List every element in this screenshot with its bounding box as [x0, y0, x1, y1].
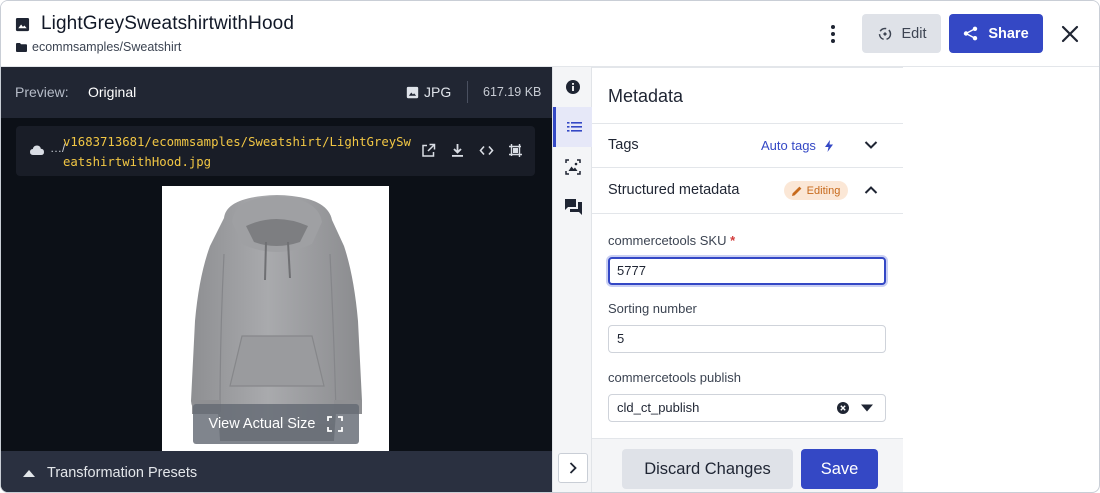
preview-label: Preview: [15, 84, 69, 100]
view-actual-size-label: View Actual Size [208, 416, 316, 432]
editing-badge: Editing [784, 181, 848, 200]
pencil-icon [791, 186, 802, 196]
sku-label: commercetools SKU * [608, 233, 735, 248]
more-vertical-icon[interactable] [823, 21, 843, 47]
image-icon [406, 86, 419, 98]
auto-tags-label: Auto tags [761, 138, 816, 153]
view-actual-size-button[interactable]: View Actual Size [193, 404, 359, 444]
fullscreen-icon [327, 416, 344, 432]
edit-button[interactable]: Edit [862, 14, 941, 53]
side-tab-rail [552, 67, 593, 492]
auto-tags-button[interactable]: Auto tags [761, 138, 833, 153]
tab-metadata[interactable] [553, 107, 593, 147]
cloud-icon [30, 145, 44, 155]
publish-label: commercetools publish [608, 370, 741, 385]
transformation-presets-toggle[interactable]: Transformation Presets [1, 451, 552, 492]
format-indicator: JPG [406, 84, 451, 100]
chevron-up-icon[interactable] [862, 181, 880, 199]
tab-comments[interactable] [553, 187, 593, 227]
download-icon[interactable] [450, 143, 465, 158]
crop-icon[interactable] [508, 143, 523, 158]
comments-icon [564, 199, 582, 215]
divider [592, 67, 903, 68]
breadcrumb[interactable]: ecommsamples/Sweatshirt [16, 40, 181, 54]
file-size: 617.19 KB [483, 85, 542, 99]
image-analysis-icon [565, 159, 581, 175]
tags-label[interactable]: Tags [608, 137, 639, 153]
chevron-right-icon [569, 462, 577, 474]
tab-info[interactable] [553, 67, 593, 107]
divider [592, 213, 903, 214]
edit-button-label: Edit [901, 25, 927, 42]
folder-path[interactable]: ecommsamples/Sweatshirt [32, 40, 181, 54]
preview-toolbar: Preview: Original JPG 617.19 KB [1, 67, 552, 118]
sku-input[interactable]: 5777 [608, 257, 886, 285]
bolt-icon [824, 139, 833, 152]
chevron-down-icon[interactable] [861, 403, 873, 413]
share-icon [964, 26, 978, 41]
asset-viewer-window: LightGreySweatshirtwithHood ecommsamples… [0, 0, 1100, 493]
divider [592, 123, 903, 124]
discard-changes-button[interactable]: Discard Changes [622, 449, 793, 489]
header: LightGreySweatshirtwithHood ecommsamples… [1, 1, 1099, 67]
caret-up-icon [23, 469, 35, 477]
preview-panel: Preview: Original JPG 617.19 KB …/ v1683… [1, 67, 552, 492]
expand-panel-button[interactable] [558, 453, 588, 483]
clear-icon[interactable] [837, 402, 849, 414]
share-button-label: Share [988, 25, 1029, 42]
toolbar-divider [467, 81, 468, 103]
asset-title: LightGreySweatshirtwithHood [41, 13, 294, 34]
sorting-number-input[interactable]: 5 [608, 325, 886, 353]
delivery-url[interactable]: v1683713681/ecommsamples/Sweatshirt/Ligh… [63, 132, 415, 172]
edit-transform-icon [878, 27, 891, 40]
close-icon[interactable] [1057, 21, 1083, 47]
divider [592, 167, 903, 168]
editing-label: Editing [806, 184, 841, 197]
external-link-icon[interactable] [421, 143, 436, 158]
transformation-presets-label: Transformation Presets [47, 464, 198, 481]
delivery-url-box: …/ v1683713681/ecommsamples/Sweatshirt/L… [16, 126, 535, 176]
structured-metadata-label[interactable]: Structured metadata [608, 182, 739, 198]
folder-icon [16, 42, 27, 52]
url-actions [421, 143, 523, 158]
save-button[interactable]: Save [801, 449, 878, 489]
metadata-footer: Discard Changes Save [592, 438, 903, 492]
chevron-down-icon[interactable] [862, 136, 880, 154]
required-marker: * [730, 233, 736, 248]
info-icon [566, 80, 580, 94]
tab-image-analysis[interactable] [553, 147, 593, 187]
metadata-title: Metadata [608, 86, 684, 106]
format-label: JPG [424, 84, 452, 100]
metadata-panel: Metadata Tags Auto tags Structured metad… [592, 67, 903, 492]
share-button[interactable]: Share [949, 14, 1043, 53]
preview-mode[interactable]: Original [88, 84, 136, 100]
list-icon [567, 122, 582, 132]
code-icon[interactable] [479, 143, 494, 158]
sorting-number-label: Sorting number [608, 301, 697, 316]
sku-label-text: commercetools SKU [608, 233, 727, 248]
image-icon [15, 17, 30, 32]
